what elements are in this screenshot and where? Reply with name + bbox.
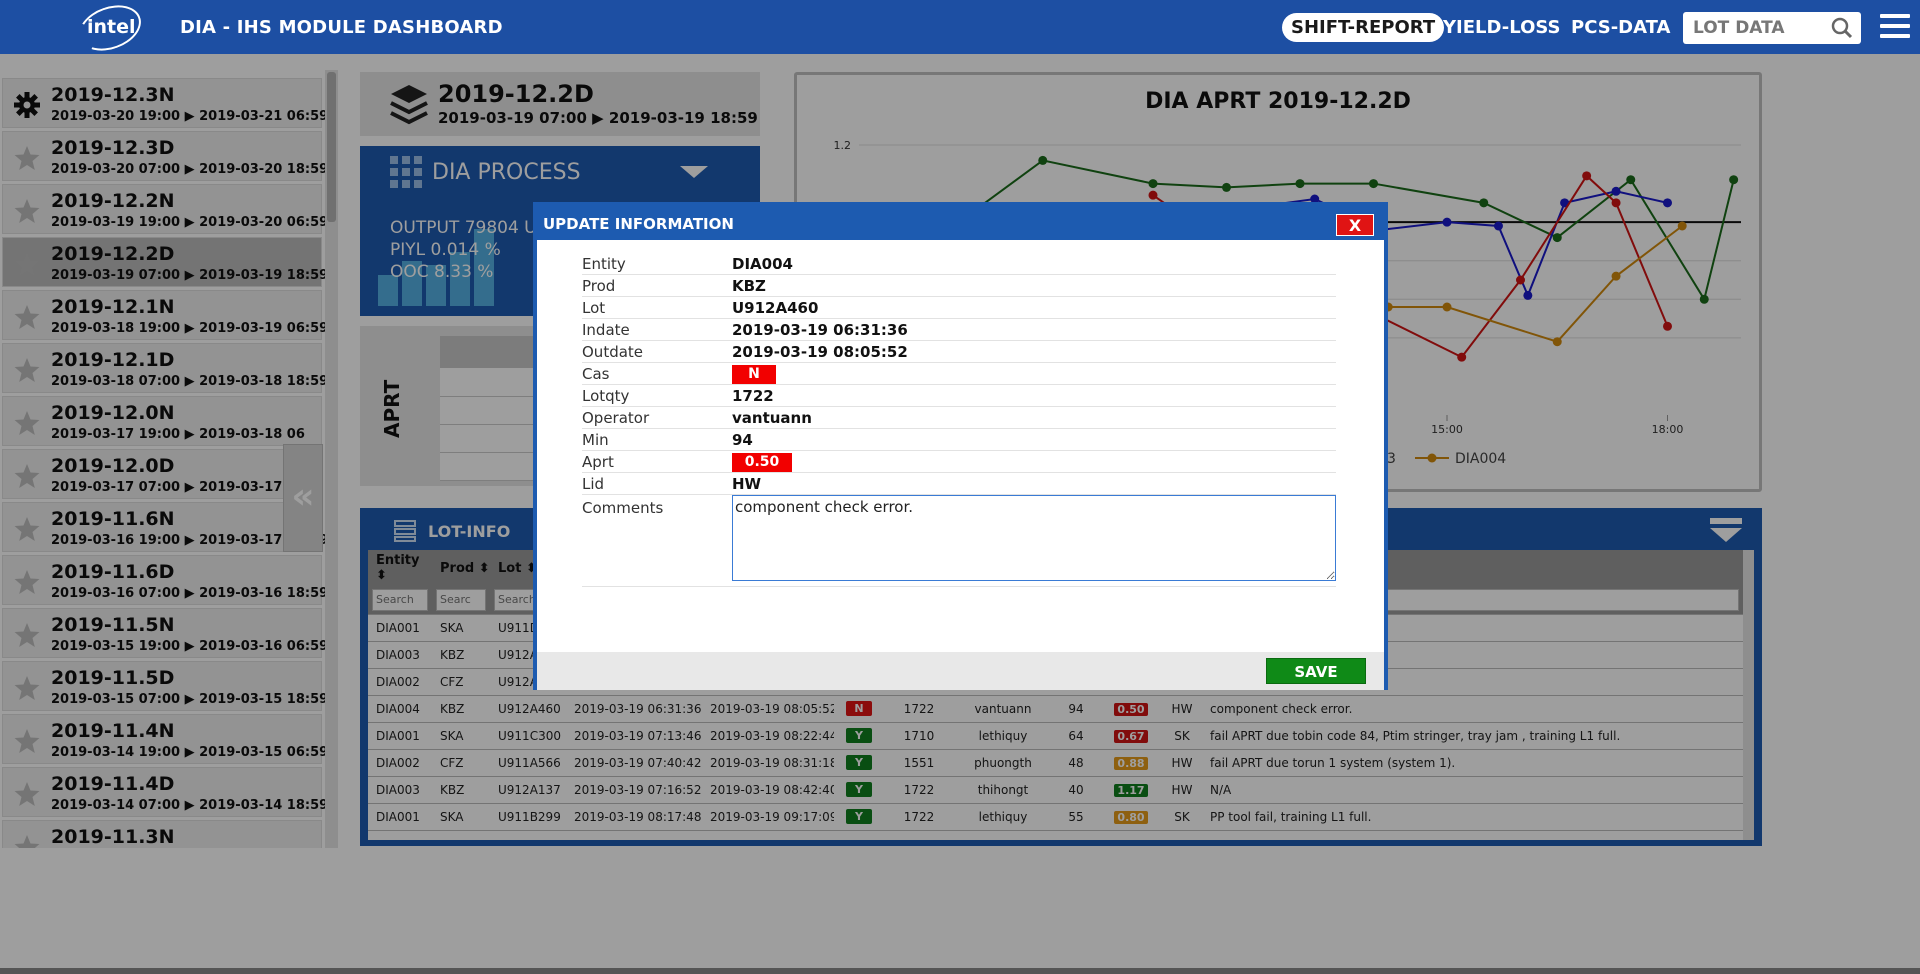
min-label: Min [582, 431, 609, 449]
save-button[interactable]: SAVE [1266, 658, 1366, 684]
cas-badge: N [732, 365, 776, 384]
field-row-aprt: Aprt 0.50 [582, 451, 1336, 473]
field-row-prod: Prod KBZ [582, 275, 1336, 297]
operator-label: Operator [582, 409, 650, 427]
comments-label: Comments [582, 499, 664, 517]
field-row-cas: Cas N [582, 363, 1336, 385]
field-row-operator: Operator vantuann [582, 407, 1336, 429]
outdate-value: 2019-03-19 08:05:52 [732, 343, 908, 361]
nav-yield-loss[interactable]: YIELD-LOSS [1434, 13, 1570, 42]
hamburger-menu-icon[interactable] [1880, 14, 1910, 40]
field-row-lotqty: Lotqty 1722 [582, 385, 1336, 407]
aprt-label: Aprt [582, 453, 614, 471]
entity-label: Entity [582, 255, 626, 273]
lot-value: U912A460 [732, 299, 819, 317]
entity-value: DIA004 [732, 255, 793, 273]
lid-label: Lid [582, 475, 605, 493]
modal-title: UPDATE INFORMATION [543, 215, 734, 233]
lotqty-label: Lotqty [582, 387, 630, 405]
operator-value: vantuann [732, 409, 812, 427]
cas-label: Cas [582, 365, 610, 383]
field-row-lot: Lot U912A460 [582, 297, 1336, 319]
bottom-bar [0, 968, 1920, 974]
nav-shift-report[interactable]: SHIFT-REPORT [1282, 13, 1445, 42]
modal-header: UPDATE INFORMATION X [537, 206, 1384, 240]
top-bar: intel DIA - IHS MODULE DASHBOARD SHIFT-R… [0, 0, 1920, 59]
outdate-label: Outdate [582, 343, 644, 361]
lot-search-box: LOT DATA [1683, 12, 1861, 44]
lot-label: Lot [582, 299, 606, 317]
field-row-entity: Entity DIA004 [582, 253, 1336, 275]
prod-value: KBZ [732, 277, 766, 295]
comments-textarea[interactable] [732, 495, 1336, 581]
lid-value: HW [732, 475, 762, 493]
app-title: DIA - IHS MODULE DASHBOARD [180, 17, 503, 38]
field-row-outdate: Outdate 2019-03-19 08:05:52 [582, 341, 1336, 363]
search-icon[interactable] [1831, 17, 1853, 39]
modal-body: Entity DIA004 Prod KBZ Lot U912A460 Indate 2019… [582, 253, 1336, 587]
lot-search-input[interactable]: LOT DATA [1693, 18, 1785, 38]
modal-footer: SAVE [537, 652, 1384, 690]
modal-close-button[interactable]: X [1336, 214, 1374, 236]
nav-pcs-data[interactable]: PCS-DATA [1562, 13, 1679, 42]
min-value: 94 [732, 431, 753, 449]
update-information-modal: UPDATE INFORMATION X Entity DIA004 Prod KBZ… [533, 202, 1388, 690]
intel-logo[interactable]: intel [72, 0, 148, 59]
field-row-indate: Indate 2019-03-19 06:31:36 [582, 319, 1336, 341]
field-row-lid: Lid HW [582, 473, 1336, 495]
lotqty-value: 1722 [732, 387, 774, 405]
aprt-badge: 0.50 [732, 453, 792, 472]
field-row-min: Min 94 [582, 429, 1336, 451]
prod-label: Prod [582, 277, 616, 295]
indate-value: 2019-03-19 06:31:36 [732, 321, 908, 339]
indate-label: Indate [582, 321, 630, 339]
comments-row: Comments [582, 495, 1336, 587]
